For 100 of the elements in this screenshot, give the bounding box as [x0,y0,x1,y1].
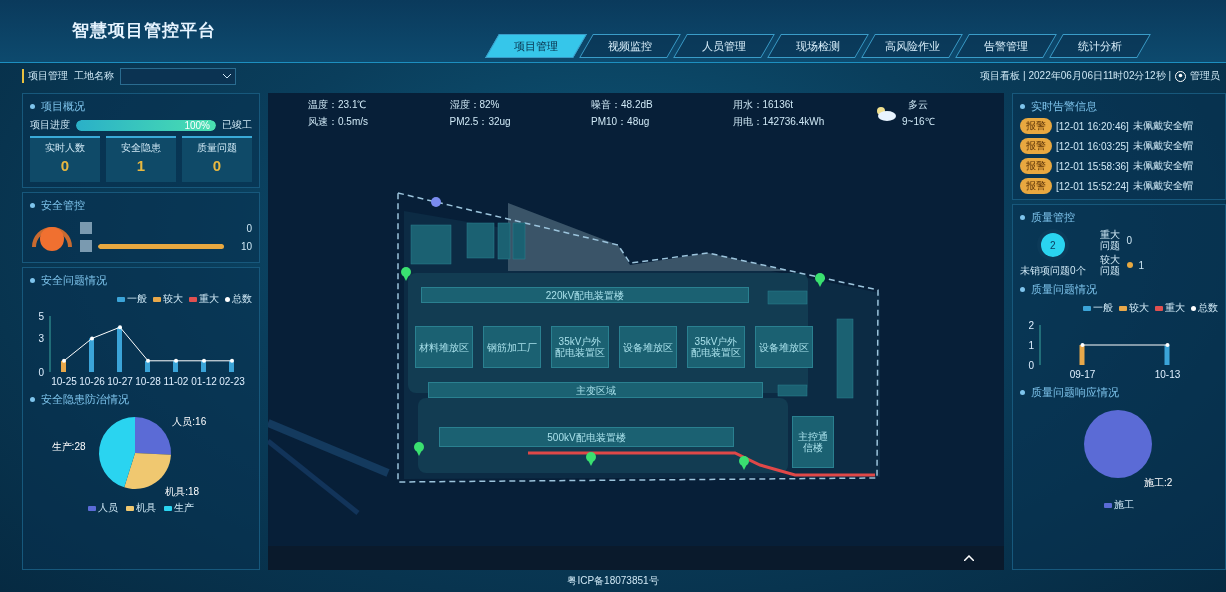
issue-label: 重大问题 [1099,229,1121,251]
total-point [1080,343,1085,347]
chart-icon [80,222,92,234]
legend-item[interactable]: 机具 [126,501,156,515]
bar [1164,345,1170,365]
panel-title: 质量问题响应情况 [1031,385,1119,400]
nav-tab[interactable]: 现场检测 [767,34,869,58]
legend-item[interactable]: 重大 [189,292,219,306]
total-point [1165,343,1170,347]
legend-item[interactable]: 总数 [1191,301,1218,315]
map-pin-icon [401,267,411,281]
stat-value: 1 [136,157,146,174]
alarm-message: 未佩戴安全帽 [1132,179,1193,193]
total-point [62,358,66,363]
bullet-icon [1020,215,1025,220]
alarm-message: 未佩戴安全帽 [1132,159,1193,173]
caret-up-icon [964,555,974,561]
axis-label: 10-25 [51,376,77,387]
slice-label: 生产:28 [51,441,86,453]
alarm-time: [12-01 16:03:25] [1056,140,1129,152]
legend-item[interactable]: 总数 [225,292,252,306]
map-building [767,290,808,305]
map-building [777,384,808,397]
map-pin-icon [586,452,596,466]
issue-value: 0 [1126,234,1133,246]
site-select[interactable] [120,67,236,85]
section-label: 项目管理 [22,69,68,83]
legend-item[interactable]: 生产 [164,501,194,515]
map-zone: 设备堆放区 [619,326,677,368]
alarm-badge: 报警 [1020,178,1052,194]
stat-value: 0 [212,157,222,174]
total-point [146,358,150,363]
axis-label: 0 [38,367,44,378]
map-zone: 材料堆放区 [415,326,473,368]
map-marker-icon [431,197,441,207]
map-pin-icon [815,273,825,287]
map-zone: 35kV户外配电装置区 [687,326,745,368]
issue-caption: 未销项问题0个 [1020,264,1086,278]
stat-label: 安全隐患 [121,141,161,155]
panel-title: 实时告警信息 [1031,99,1097,114]
user-menu[interactable]: 管理员 [1190,69,1220,83]
alarm-message: 未佩戴安全帽 [1132,139,1193,153]
progress-label: 项目进度 [30,118,70,132]
field-label: 工地名称 [74,69,114,83]
axis-label: 3 [38,333,44,345]
weather-reading: PM2.5：32ug [449,114,511,129]
bar [1079,345,1085,365]
total-point [90,336,94,341]
nav-tab[interactable]: 视频监控 [579,34,681,58]
bullet-icon [30,278,35,283]
slice-label: 人员:16 [172,416,207,428]
legend-item[interactable]: 较大 [153,292,183,306]
alarm-time: [12-01 15:58:36] [1056,160,1129,172]
axis-label: 09-17 [1069,369,1096,380]
meter-reading: 0 [246,222,252,234]
map-zone: 主变区域 [428,382,763,398]
progress-reading: 100% [184,119,210,131]
alarm-time: [12-01 15:52:24] [1056,180,1129,192]
map-zone: 500kV配电装置楼 [439,427,734,447]
weather-condition: 多云 [908,98,929,112]
panel-title: 安全问题情况 [41,273,107,288]
bullet-icon [30,203,35,208]
legend-item[interactable]: 一般 [1083,301,1113,315]
panel-title: 质量问题情况 [1031,282,1097,297]
nav-tab[interactable]: 告警管理 [955,34,1057,58]
weather-reading: PM10：48ug [591,114,650,129]
nav-tab[interactable]: 高风险作业 [861,34,963,58]
alarm-badge: 报警 [1020,158,1052,174]
total-point [174,358,178,363]
legend-item[interactable]: 较大 [1119,301,1149,315]
axis-label: 10-28 [135,376,161,387]
legend-item[interactable]: 重大 [1155,301,1185,315]
weather-reading: 湿度：82% [449,97,500,112]
map-zone: 主控通信楼 [792,416,834,468]
weather-reading: 用电：142736.4kWh [732,114,825,129]
chart-icon [80,240,92,252]
temperature-range: 9~16℃ [902,115,935,128]
weather-reading: 风速：0.5m/s [308,114,368,129]
legend-item[interactable]: 人员 [88,501,118,515]
panel-title: 项目概况 [41,99,85,114]
map-pin-icon [739,456,749,470]
map-building [410,224,452,265]
nav-tab[interactable]: 项目管理 [485,34,587,58]
panel-title: 安全管控 [41,198,85,213]
meter-reading: 10 [240,240,252,252]
app-title: 智慧项目管控平台 [71,20,217,42]
map-zone: 设备堆放区 [755,326,813,368]
legend-item[interactable]: 施工 [1104,498,1134,512]
map-zone: 钢筋加工厂 [483,326,541,368]
weather-reading: 噪音：48.2dB [591,97,653,112]
nav-tab[interactable]: 统计分析 [1049,34,1151,58]
axis-label: 02-23 [219,376,245,387]
bullet-icon [30,104,35,109]
legend-item[interactable]: 一般 [117,292,147,306]
status-text: 已竣工 [222,118,252,132]
user-icon [1175,70,1186,82]
nav-tab[interactable]: 人员管理 [673,34,775,58]
issue-count: 2 [1036,229,1069,261]
panel-title: 安全隐患防治情况 [41,392,129,407]
icp-text: 粤ICP备18073851号 [566,574,660,588]
